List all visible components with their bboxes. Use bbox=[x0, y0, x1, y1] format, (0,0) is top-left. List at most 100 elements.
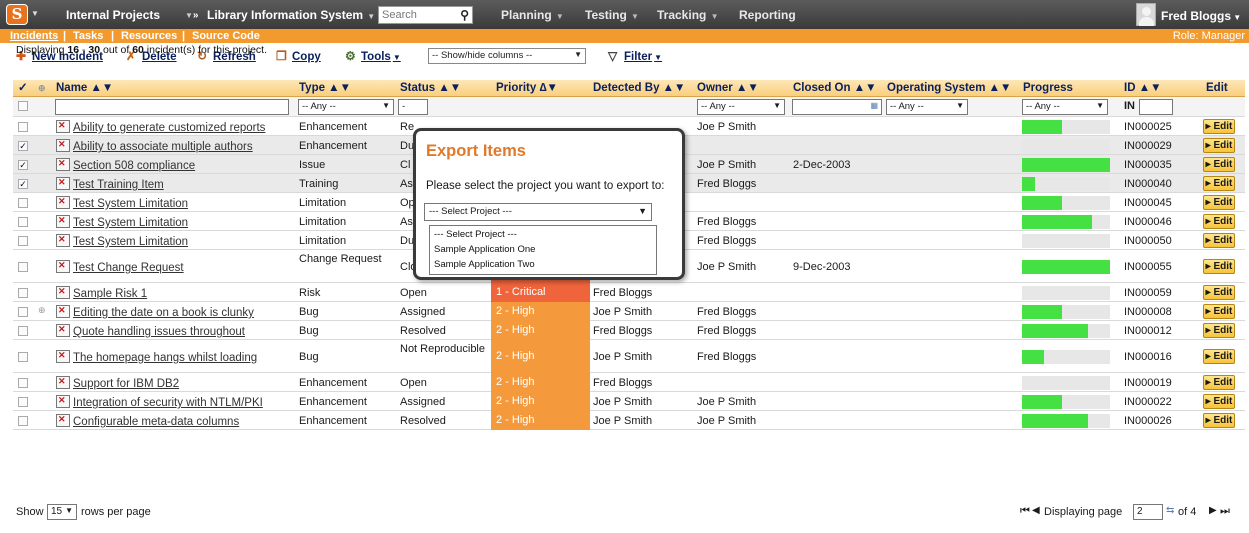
filter-menu-button[interactable]: ▽ Filter ▼ bbox=[608, 49, 662, 63]
os-filter-select[interactable]: -- Any -- ▼ bbox=[886, 99, 968, 115]
incident-name-cell[interactable]: Section 508 compliance bbox=[56, 158, 296, 172]
tools-menu-button[interactable]: ⚙ Tools ▼ bbox=[345, 49, 401, 63]
column-header-closed-on[interactable]: Closed On ▲▼ bbox=[793, 80, 876, 97]
table-row[interactable]: Integration of security with NTLM/PKI Enh… bbox=[13, 392, 1245, 411]
incident-name-cell[interactable]: Test System Limitation bbox=[56, 215, 296, 229]
incident-name-cell[interactable]: Integration of security with NTLM/PKI bbox=[56, 395, 296, 409]
row-checkbox[interactable] bbox=[18, 352, 28, 362]
edit-row-button[interactable]: ▸ Edit bbox=[1203, 259, 1235, 274]
product-breadcrumb[interactable]: Library Information System ▼ bbox=[207, 8, 375, 22]
incident-name-link[interactable]: The homepage hangs whilst loading bbox=[73, 352, 257, 364]
row-checkbox[interactable] bbox=[18, 416, 28, 426]
edit-row-button[interactable]: ▸ Edit bbox=[1203, 157, 1235, 172]
incident-name-link[interactable]: Integration of security with NTLM/PKI bbox=[73, 397, 263, 409]
filter-checkbox[interactable] bbox=[18, 101, 28, 111]
column-header-status[interactable]: Status ▲▼ bbox=[400, 80, 461, 97]
table-row[interactable]: Support for IBM DB2 Enhancement Open 2 - Hi… bbox=[13, 373, 1245, 392]
column-header-priority[interactable]: Priority ∆▼ bbox=[496, 80, 558, 97]
last-page-icon[interactable]: ⏭ bbox=[1220, 505, 1230, 518]
table-row[interactable]: Configurable meta-data columns Enhancemen… bbox=[13, 411, 1245, 430]
tab-tasks[interactable]: Tasks bbox=[73, 29, 103, 43]
row-checkbox[interactable] bbox=[18, 378, 28, 388]
incident-name-cell[interactable]: Test Change Request bbox=[56, 260, 296, 274]
show-hide-columns-select[interactable]: -- Show/hide columns -- ▼ bbox=[428, 48, 586, 64]
row-checkbox[interactable] bbox=[18, 326, 28, 336]
incident-name-link[interactable]: Configurable meta-data columns bbox=[73, 416, 239, 428]
edit-row-button[interactable]: ▸ Edit bbox=[1203, 375, 1235, 390]
table-row[interactable]: Sample Risk 1 Risk Open 1 - CriticalFred Bl… bbox=[13, 283, 1245, 302]
row-checkbox[interactable]: ✓ bbox=[18, 160, 28, 170]
option-select-project[interactable]: --- Select Project --- bbox=[434, 229, 517, 240]
incident-name-link[interactable]: Sample Risk 1 bbox=[73, 288, 147, 300]
previous-page-icon[interactable]: ◀ bbox=[1032, 505, 1040, 516]
option-sample-application-two[interactable]: Sample Application Two bbox=[434, 259, 535, 270]
user-menu[interactable]: Fred Bloggs ▼ bbox=[1161, 9, 1241, 23]
next-page-icon[interactable]: ▶ bbox=[1209, 505, 1217, 516]
table-row[interactable]: The homepage hangs whilst loading Bug Not … bbox=[13, 340, 1245, 373]
incident-name-link[interactable]: Test System Limitation bbox=[73, 198, 188, 210]
incident-name-link[interactable]: Test Change Request bbox=[73, 262, 184, 274]
select-all-header[interactable]: ✓ bbox=[18, 80, 28, 97]
user-avatar-icon[interactable] bbox=[1136, 3, 1156, 26]
first-page-icon[interactable]: ⏮ bbox=[1020, 505, 1030, 518]
row-checkbox[interactable]: ✓ bbox=[18, 141, 28, 151]
incident-name-cell[interactable]: Configurable meta-data columns bbox=[56, 414, 296, 428]
copy-button[interactable]: ❐ Copy bbox=[276, 49, 321, 63]
incident-name-link[interactable]: Test System Limitation bbox=[73, 236, 188, 248]
app-logo-icon[interactable]: S bbox=[6, 4, 28, 25]
row-checkbox[interactable] bbox=[18, 288, 28, 298]
name-filter-input[interactable] bbox=[55, 99, 289, 115]
incident-name-cell[interactable]: Sample Risk 1 bbox=[56, 286, 296, 300]
tab-resources[interactable]: Resources bbox=[121, 29, 177, 43]
incident-name-link[interactable]: Test Training Item bbox=[73, 179, 164, 191]
edit-row-button[interactable]: ▸ Edit bbox=[1203, 304, 1235, 319]
edit-row-button[interactable]: ▸ Edit bbox=[1203, 323, 1235, 338]
calendar-icon[interactable]: ▦ bbox=[870, 101, 878, 110]
row-checkbox[interactable] bbox=[18, 307, 28, 317]
incident-name-link[interactable]: Editing the date on a book is clunky bbox=[73, 307, 254, 319]
row-checkbox[interactable] bbox=[18, 198, 28, 208]
column-header-operating-system[interactable]: Operating System ▲▼ bbox=[887, 80, 1011, 97]
type-filter-select[interactable]: -- Any -- ▼ bbox=[298, 99, 394, 115]
nav-planning[interactable]: Planning ▼ bbox=[501, 8, 564, 22]
incident-name-link[interactable]: Test System Limitation bbox=[73, 217, 188, 229]
incident-name-link[interactable]: Quote handling issues throughout bbox=[73, 326, 245, 338]
column-header-name[interactable]: Name ▲▼ bbox=[56, 80, 113, 97]
nav-testing[interactable]: Testing ▼ bbox=[585, 8, 639, 22]
rows-per-page-select[interactable]: 15 ▼ bbox=[47, 504, 77, 520]
column-header-id[interactable]: ID ▲▼ bbox=[1124, 80, 1161, 97]
incident-name-link[interactable]: Ability to associate multiple authors bbox=[73, 141, 253, 153]
tab-incidents[interactable]: Incidents bbox=[10, 29, 58, 43]
id-filter-input[interactable] bbox=[1139, 99, 1173, 115]
search-icon[interactable]: ⚲ bbox=[460, 8, 469, 22]
incident-name-cell[interactable]: Editing the date on a book is clunky bbox=[56, 305, 296, 319]
edit-row-button[interactable]: ▸ Edit bbox=[1203, 119, 1235, 134]
column-header-type[interactable]: Type ▲▼ bbox=[299, 80, 351, 97]
incident-name-cell[interactable]: The homepage hangs whilst loading bbox=[56, 350, 296, 364]
export-project-select[interactable]: --- Select Project --- ▼ bbox=[424, 203, 652, 221]
edit-row-button[interactable]: ▸ Edit bbox=[1203, 394, 1235, 409]
edit-row-button[interactable]: ▸ Edit bbox=[1203, 138, 1235, 153]
edit-row-button[interactable]: ▸ Edit bbox=[1203, 214, 1235, 229]
edit-row-button[interactable]: ▸ Edit bbox=[1203, 413, 1235, 428]
progress-filter-select[interactable]: -- Any -- ▼ bbox=[1022, 99, 1108, 115]
owner-filter-select[interactable]: -- Any -- ▼ bbox=[697, 99, 785, 115]
incident-name-cell[interactable]: Ability to associate multiple authors bbox=[56, 139, 296, 153]
nav-tracking[interactable]: Tracking ▼ bbox=[657, 8, 719, 22]
row-checkbox[interactable] bbox=[18, 122, 28, 132]
project-breadcrumb[interactable]: Internal Projects bbox=[66, 8, 160, 22]
incident-name-cell[interactable]: Support for IBM DB2 bbox=[56, 376, 296, 390]
edit-row-button[interactable]: ▸ Edit bbox=[1203, 176, 1235, 191]
edit-row-button[interactable]: ▸ Edit bbox=[1203, 349, 1235, 364]
incident-name-cell[interactable]: Quote handling issues throughout bbox=[56, 324, 296, 338]
row-checkbox[interactable] bbox=[18, 397, 28, 407]
incident-name-cell[interactable]: Test System Limitation bbox=[56, 196, 296, 210]
closed-on-filter-input[interactable]: ▦ bbox=[792, 99, 882, 115]
edit-row-button[interactable]: ▸ Edit bbox=[1203, 285, 1235, 300]
row-checkbox[interactable]: ✓ bbox=[18, 179, 28, 189]
search-input[interactable]: Search ⚲ bbox=[378, 6, 473, 24]
table-row[interactable]: Quote handling issues throughout Bug Resol… bbox=[13, 321, 1245, 340]
incident-name-link[interactable]: Ability to generate customized reports bbox=[73, 122, 265, 134]
incident-name-link[interactable]: Section 508 compliance bbox=[73, 160, 195, 172]
edit-row-button[interactable]: ▸ Edit bbox=[1203, 233, 1235, 248]
